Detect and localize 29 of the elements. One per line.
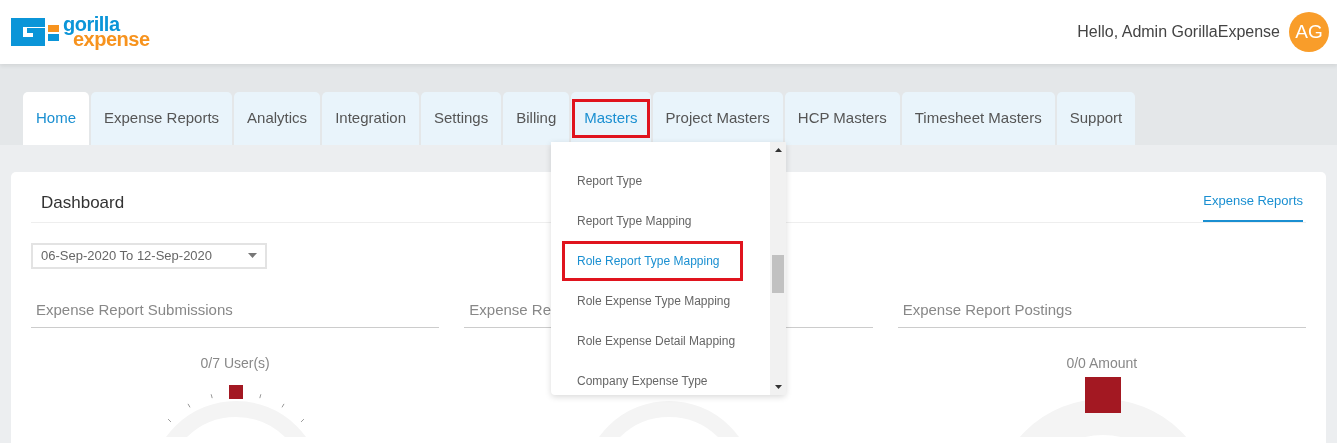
- scroll-up-icon[interactable]: [774, 148, 782, 152]
- scroll-down-icon[interactable]: [774, 385, 782, 389]
- dashboard-title: Dashboard: [40, 192, 125, 214]
- nav-tab[interactable]: Settings: [421, 92, 502, 145]
- menu-item[interactable]: Company Expense Type: [562, 361, 723, 401]
- nav-tab[interactable]: Home: [23, 92, 89, 145]
- nav-tab[interactable]: Expense Reports: [91, 92, 233, 145]
- date-range-dropdown[interactable]: 06-Sep-2020 To 12-Sep-2020: [31, 242, 267, 269]
- nav-tab[interactable]: Project Masters: [652, 92, 783, 145]
- greeting-text: Hello, Admin GorillaExpense: [1077, 22, 1280, 42]
- menu-item[interactable]: Report Type Mapping: [562, 201, 707, 241]
- logo-icon: [11, 18, 59, 46]
- nav-tab[interactable]: HCP Masters: [784, 92, 900, 145]
- nav-tab[interactable]: Integration: [322, 92, 419, 145]
- gauge-reading: 0/7 User(s): [200, 354, 270, 373]
- panel-title: Expense Report Postings: [897, 298, 1306, 328]
- panel-title: Expense Report Submissions: [31, 298, 440, 328]
- gauge-reading: 0/0 Amount: [1066, 354, 1138, 373]
- caret-icon: [248, 253, 257, 258]
- nav-tab[interactable]: Analytics: [234, 92, 321, 145]
- scrollbar[interactable]: [770, 142, 786, 395]
- scrollbar-thumb[interactable]: [772, 255, 784, 293]
- nav-tab[interactable]: Billing: [503, 92, 570, 145]
- nav-tab[interactable]: Timesheet Masters: [901, 92, 1055, 145]
- expense-reports-tab[interactable]: Expense Reports: [1203, 191, 1303, 222]
- menu-item[interactable]: Report Type: [562, 161, 658, 201]
- nav-tab[interactable]: Masters: [571, 92, 651, 145]
- menu-item[interactable]: Role Report Type Mapping: [562, 241, 743, 281]
- nav-tab[interactable]: Support: [1056, 92, 1136, 145]
